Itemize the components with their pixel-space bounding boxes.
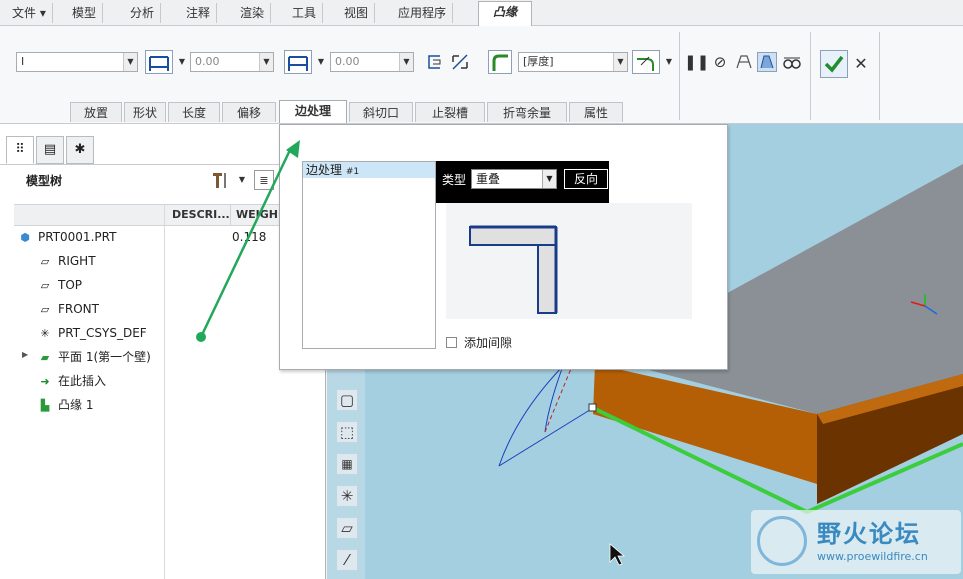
annotation-arrow [196,140,300,342]
